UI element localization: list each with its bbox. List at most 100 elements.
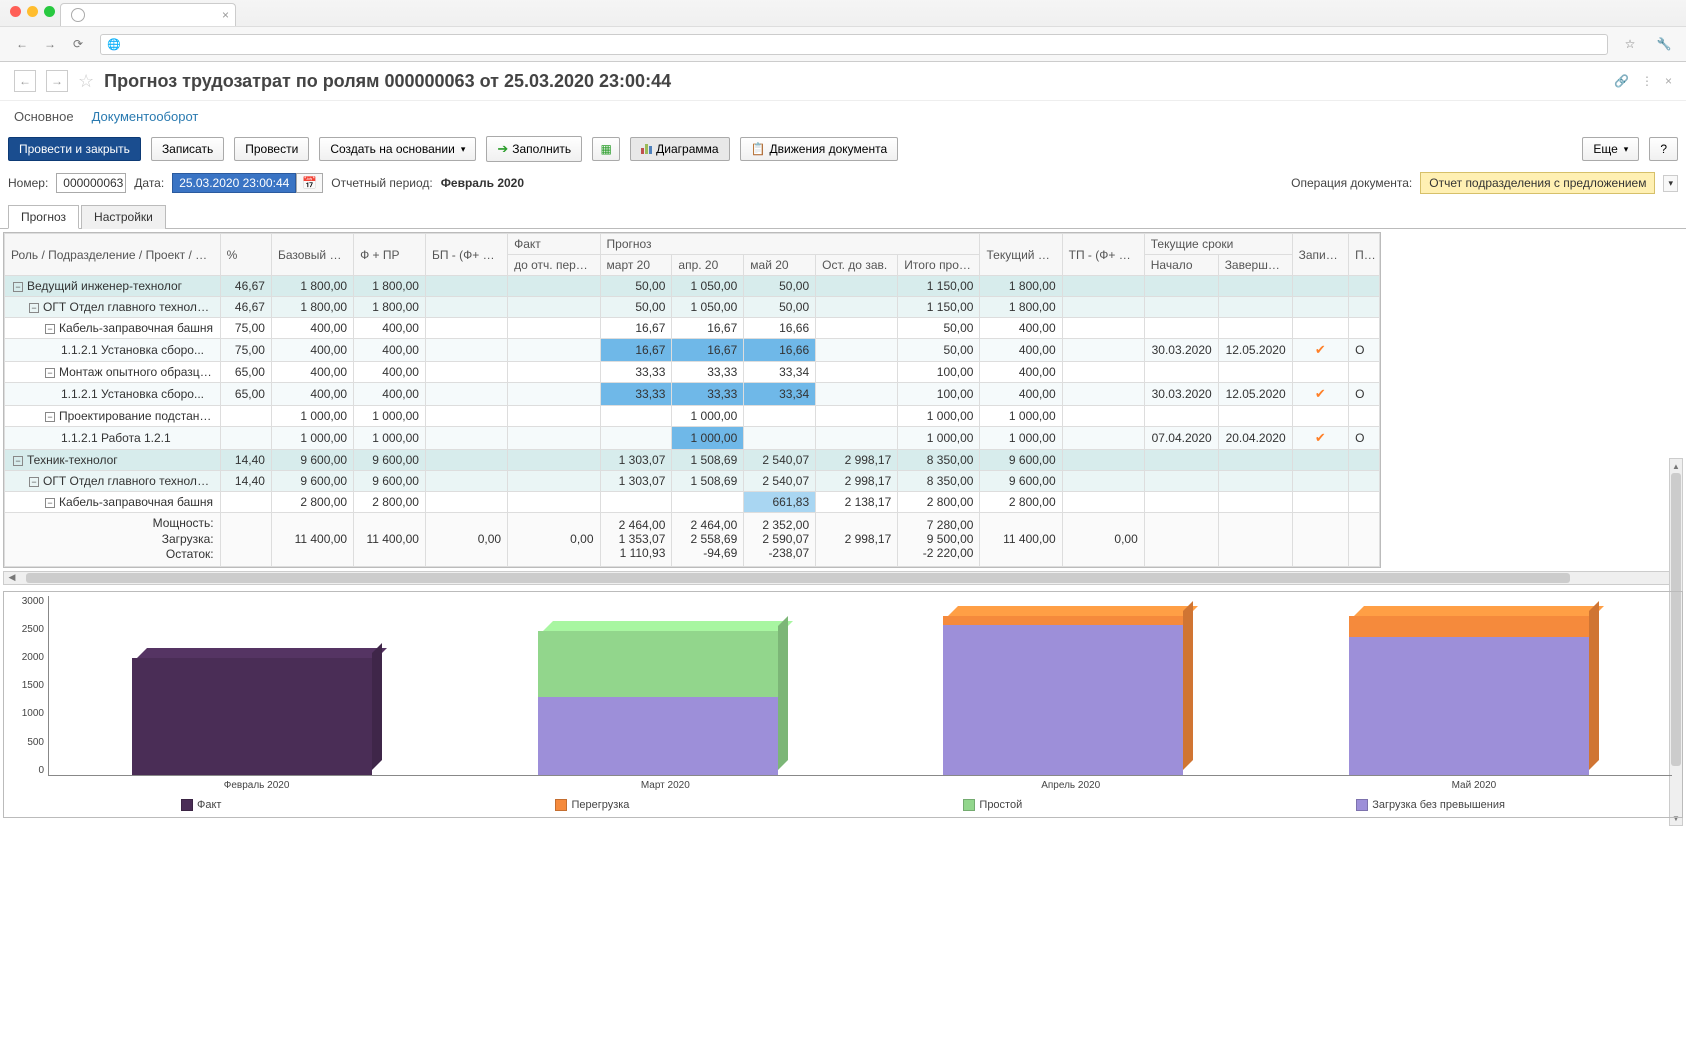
table-row[interactable]: −Техник-технолог14,409 600,009 600,001 3… (5, 450, 1380, 471)
document-icon: 📋 (751, 142, 766, 156)
table-row[interactable]: −ОГТ Отдел главного технолога46,671 800,… (5, 297, 1380, 318)
chart-legend: ФактПерегрузкаПростойЗагрузка без превыш… (14, 799, 1672, 811)
table-row[interactable]: −ОГТ Отдел главного технолога14,409 600,… (5, 471, 1380, 492)
forecast-table: Роль / Подразделение / Проект / Задача %… (3, 232, 1381, 568)
subnav-docs[interactable]: Документооборот (92, 109, 199, 124)
date-label: Дата: (134, 176, 164, 190)
globe-icon: 🌐 (107, 38, 121, 51)
col-tpfpr: ТП - (Ф+ ПР) (1062, 234, 1144, 276)
col-write: Записать (1292, 234, 1348, 276)
horizontal-scrollbar[interactable]: ◀ ▶ (3, 571, 1683, 585)
check-icon[interactable]: ✔ (1315, 430, 1326, 445)
help-button[interactable]: ? (1649, 137, 1678, 161)
scroll-up-icon[interactable]: ▲ (1670, 459, 1682, 473)
table-row[interactable]: −Кабель-заправочная башня75,00400,00400,… (5, 318, 1380, 339)
tab-settings[interactable]: Настройки (81, 205, 166, 229)
expand-toggle-icon[interactable]: − (45, 324, 55, 334)
toolbar: Провести и закрыть Записать Провести Соз… (0, 132, 1686, 166)
arrow-right-icon: ➔ (497, 141, 508, 157)
subnav-main[interactable]: Основное (14, 109, 74, 124)
browser-tab[interactable]: × (60, 3, 236, 26)
post-and-close-button[interactable]: Провести и закрыть (8, 137, 141, 161)
nav-forward-button[interactable]: → (46, 70, 68, 92)
close-icon[interactable]: × (1665, 74, 1672, 88)
movements-button[interactable]: 📋Движения документа (740, 137, 899, 161)
table-row[interactable]: 1.1.2.1 Установка сборо...65,00400,00400… (5, 383, 1380, 406)
star-icon[interactable]: ☆ (1618, 32, 1642, 56)
expand-toggle-icon[interactable]: − (13, 282, 23, 292)
table-row[interactable]: 1.1.2.1 Работа 1.2.11 000,001 000,001 00… (5, 427, 1380, 450)
address-bar[interactable]: 🌐 (100, 34, 1608, 55)
tab-forecast[interactable]: Прогноз (8, 205, 79, 229)
col-fact: Факт (508, 234, 600, 255)
create-based-button[interactable]: Создать на основании▾ (319, 137, 476, 161)
expand-toggle-icon[interactable]: − (29, 477, 39, 487)
scroll-left-icon[interactable]: ◀ (4, 572, 20, 584)
date-field[interactable]: 25.03.2020 23:00:44 (172, 173, 296, 193)
col-percent: % (220, 234, 271, 276)
window-minimize-icon[interactable] (27, 6, 38, 17)
link-icon[interactable]: 🔗 (1614, 74, 1629, 88)
summary-row: Мощность:Загрузка:Остаток: 11 400,00 11 … (5, 513, 1380, 567)
fields-row: Номер: 000000063 Дата: 25.03.2020 23:00:… (0, 166, 1686, 204)
table-row[interactable]: 1.1.2.1 Установка сборо...75,00400,00400… (5, 339, 1380, 362)
col-base-plan: Базовый план (271, 234, 353, 276)
col-rest: Ост. до зав. (816, 255, 898, 276)
post-button[interactable]: Провести (234, 137, 309, 161)
chart-plot (48, 596, 1672, 776)
forward-icon[interactable]: → (38, 32, 62, 56)
check-icon[interactable]: ✔ (1315, 342, 1326, 357)
table-row[interactable]: −Проектирование подстанции1 000,001 000,… (5, 406, 1380, 427)
number-label: Номер: (8, 176, 48, 190)
window-close-icon[interactable] (10, 6, 21, 17)
col-end: Завершение (1218, 255, 1292, 276)
window-zoom-icon[interactable] (44, 6, 55, 17)
sub-navigation: Основное Документооборот (0, 101, 1686, 132)
col-bpfpr: БП - (Ф+ ПР) (425, 234, 507, 276)
wrench-icon[interactable]: 🔧 (1652, 32, 1676, 56)
legend-item: Факт (181, 799, 221, 811)
col-fact-sub: до отч. периода (508, 255, 600, 276)
expand-toggle-icon[interactable]: − (45, 368, 55, 378)
nav-back-button[interactable]: ← (14, 70, 36, 92)
chart-bar (1349, 616, 1589, 775)
legend-item: Загрузка без превышения (1356, 799, 1505, 811)
favorite-icon[interactable]: ☆ (78, 71, 94, 92)
operation-dropdown[interactable]: Отчет подразделения с предложением (1420, 172, 1655, 194)
page-title: Прогноз трудозатрат по ролям 000000063 о… (104, 71, 671, 92)
chart-bar (538, 631, 778, 775)
col-forecast-group: Прогноз (600, 234, 980, 255)
col-role: Роль / Подразделение / Проект / Задача (5, 234, 221, 276)
browser-chrome: × ← → ⟳ 🌐 ☆ 🔧 (0, 0, 1686, 62)
x-tick: Май 2020 (1452, 780, 1497, 791)
x-tick: Февраль 2020 (224, 780, 290, 791)
more-icon[interactable]: ⋮ (1641, 74, 1653, 88)
expand-toggle-icon[interactable]: − (13, 456, 23, 466)
col-current-plan: Текущий план (980, 234, 1062, 276)
diagram-button[interactable]: Диаграмма (630, 137, 729, 161)
calendar-icon[interactable]: 📅 (296, 173, 323, 193)
chart-bar (943, 616, 1183, 775)
expand-toggle-icon[interactable]: − (45, 412, 55, 422)
back-icon[interactable]: ← (10, 32, 34, 56)
col-mar: март 20 (600, 255, 672, 276)
table-row[interactable]: −Монтаж опытного образца ...65,00400,004… (5, 362, 1380, 383)
check-icon[interactable]: ✔ (1315, 386, 1326, 401)
chart-bar (132, 658, 372, 775)
fill-button[interactable]: ➔Заполнить (486, 136, 582, 162)
chevron-down-icon[interactable]: ▾ (1663, 175, 1678, 192)
reload-icon[interactable]: ⟳ (66, 32, 90, 56)
table-row[interactable]: −Ведущий инженер-технолог46,671 800,001 … (5, 276, 1380, 297)
col-apr: апр. 20 (672, 255, 744, 276)
scroll-thumb[interactable] (26, 573, 1570, 583)
chart-icon (641, 144, 652, 154)
number-field[interactable]: 000000063 (56, 173, 126, 193)
expand-toggle-icon[interactable]: − (45, 498, 55, 508)
grid-button[interactable]: ▦ (592, 137, 620, 161)
table-row[interactable]: −Кабель-заправочная башня2 800,002 800,0… (5, 492, 1380, 513)
write-button[interactable]: Записать (151, 137, 224, 161)
col-may: май 20 (744, 255, 816, 276)
more-button[interactable]: Еще▾ (1582, 137, 1639, 161)
tab-close-icon[interactable]: × (222, 8, 229, 22)
expand-toggle-icon[interactable]: − (29, 303, 39, 313)
